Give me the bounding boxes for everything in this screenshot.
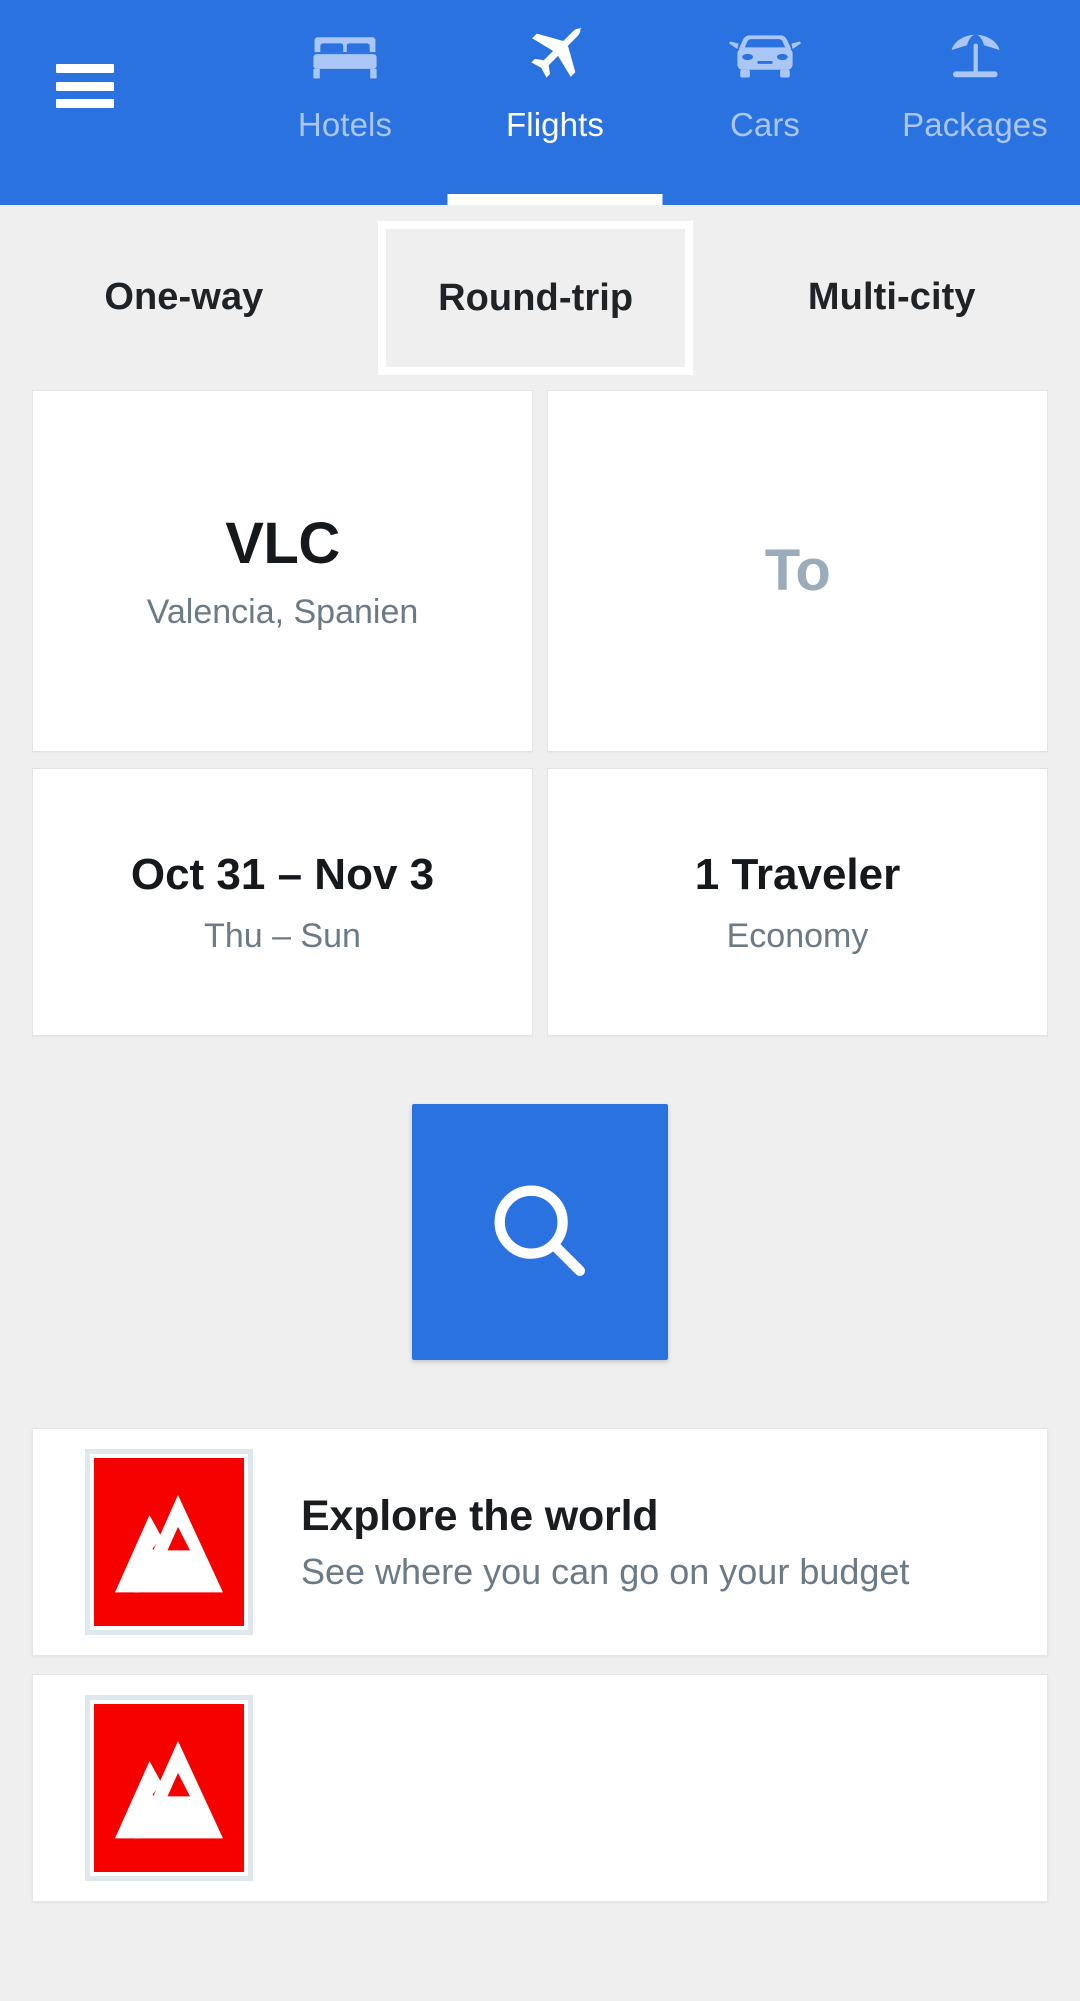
promo-thumbnail xyxy=(85,1449,253,1635)
origin-field[interactable]: VLC Valencia, Spanien xyxy=(32,390,533,752)
destination-placeholder: To xyxy=(764,538,831,603)
traveler-count-label: 1 Traveler xyxy=(694,850,901,899)
origin-city-label: Valencia, Spanien xyxy=(146,593,419,631)
app-screen: Hotels Flights Cars Packages One-way Rou… xyxy=(0,0,1080,2001)
promo-thumbnail xyxy=(85,1695,253,1881)
dates-field[interactable]: Oct 31 – Nov 3 Thu – Sun xyxy=(32,768,533,1036)
tab-label-packages: Packages xyxy=(902,106,1048,143)
promo-subtitle: See where you can go on your budget xyxy=(301,1551,910,1592)
hamburger-bar xyxy=(56,64,114,73)
promo-card-second[interactable] xyxy=(32,1674,1048,1902)
date-weekdays-label: Thu – Sun xyxy=(204,917,361,955)
tab-label-cars: Cars xyxy=(729,106,801,143)
airplane-icon xyxy=(519,24,591,90)
hamburger-bar xyxy=(56,81,114,91)
tab-label-flights: Flights xyxy=(506,106,604,143)
tab-hotels[interactable]: Hotels xyxy=(240,0,450,205)
promo-title: Explore the world xyxy=(301,1492,659,1540)
search-magnifier-icon xyxy=(481,1172,599,1293)
search-button[interactable] xyxy=(412,1104,668,1360)
promo-card-list: Explore the world See where you can go o… xyxy=(0,1428,1080,1902)
promo-card-explore-the-world[interactable]: Explore the world See where you can go o… xyxy=(32,1428,1048,1656)
mountain-image-placeholder-icon xyxy=(94,1704,244,1872)
promo-text-block: Explore the world See where you can go o… xyxy=(301,1490,909,1594)
trip-type-selector: One-way Round-trip Multi-city xyxy=(0,205,1080,390)
mountain-image-placeholder-icon xyxy=(94,1458,244,1626)
date-range-label: Oct 31 – Nov 3 xyxy=(130,850,435,899)
trip-type-round-trip[interactable]: Round-trip xyxy=(378,220,694,375)
primary-tab-bar: Hotels Flights Cars Packages xyxy=(240,0,1080,205)
app-header: Hotels Flights Cars Packages xyxy=(0,0,1080,205)
trip-type-multi-city[interactable]: Multi-city xyxy=(802,276,982,319)
tab-cars[interactable]: Cars xyxy=(660,0,870,205)
travelers-field[interactable]: 1 Traveler Economy xyxy=(547,768,1048,1036)
flight-search-form: VLC Valencia, Spanien To Oct 31 – Nov 3 … xyxy=(0,390,1080,1036)
tab-packages[interactable]: Packages xyxy=(870,0,1080,205)
tab-active-indicator xyxy=(447,194,663,205)
search-button-area xyxy=(0,1036,1080,1428)
hamburger-menu-icon[interactable] xyxy=(56,64,114,108)
car-icon xyxy=(728,24,802,90)
bed-icon xyxy=(308,24,382,90)
beach-umbrella-icon xyxy=(939,24,1011,90)
origin-airport-code: VLC xyxy=(225,511,340,576)
cabin-class-label: Economy xyxy=(726,917,869,955)
hamburger-bar xyxy=(56,99,114,108)
tab-flights[interactable]: Flights xyxy=(447,0,663,205)
trip-type-one-way[interactable]: One-way xyxy=(98,276,269,319)
destination-field[interactable]: To xyxy=(547,390,1048,752)
tab-label-hotels: Hotels xyxy=(297,106,393,143)
